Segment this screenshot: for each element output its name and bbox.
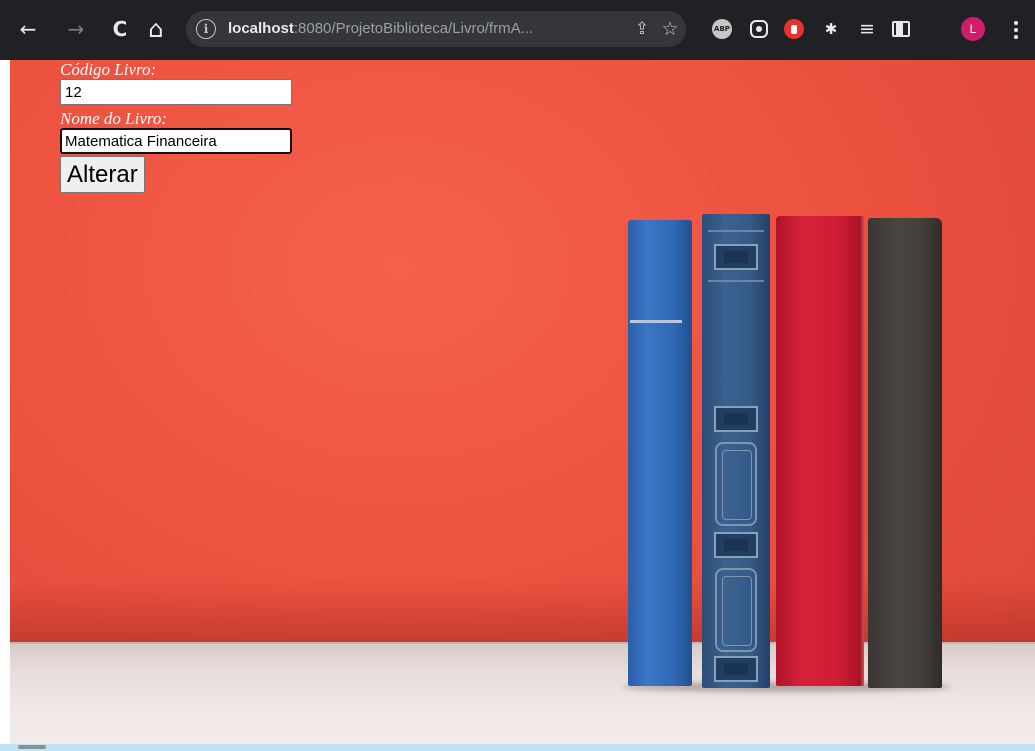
address-bar[interactable]: i localhost:8080/ProjetoBiblioteca/Livro… (186, 11, 686, 47)
home-icon[interactable]: ⌂ (142, 15, 170, 43)
nome-livro-input[interactable] (60, 128, 292, 154)
url-host: localhost (228, 20, 294, 37)
profile-avatar[interactable]: L (961, 17, 985, 41)
navy-book-ornament-upper (715, 442, 757, 526)
screen-recorder-icon[interactable] (750, 20, 768, 38)
navy-book-ornament-lower (715, 568, 757, 652)
red-book-gap (859, 216, 864, 686)
reading-list-icon[interactable]: ≡ (856, 18, 878, 40)
bookmark-star-icon[interactable]: ☆ (660, 19, 680, 39)
navy-book-label-lower (714, 532, 758, 558)
extensions-puzzle-icon[interactable]: ✱ (820, 18, 842, 40)
navy-book-label-top (714, 244, 758, 270)
blue-book (628, 220, 692, 686)
page-viewport: Código Livro: Nome do Livro: Alterar (0, 60, 1035, 751)
navy-book-line (708, 230, 764, 232)
navy-book-line (708, 280, 764, 282)
codigo-livro-label: Código Livro: (60, 60, 157, 79)
navy-book-label-mid (714, 406, 758, 432)
alterar-button[interactable]: Alterar (60, 156, 145, 193)
edit-book-form: Código Livro: Nome do Livro: Alterar (60, 60, 320, 193)
back-arrow-icon[interactable]: ← (14, 15, 42, 43)
forward-arrow-icon[interactable]: → (62, 15, 90, 43)
red-book (776, 216, 864, 686)
navy-ornate-book (702, 214, 770, 688)
reload-icon[interactable]: C (106, 15, 134, 43)
codigo-livro-input[interactable] (60, 79, 292, 105)
navy-book-label-bottom (714, 656, 758, 682)
site-info-icon[interactable]: i (196, 19, 216, 39)
stop-hand-icon[interactable] (784, 19, 804, 39)
background-books-image: Código Livro: Nome do Livro: Alterar (10, 60, 1035, 748)
browser-toolbar: ← → C ⌂ i localhost:8080/ProjetoBibliote… (0, 0, 1035, 60)
share-icon[interactable]: ⇪ (632, 19, 652, 39)
horizontal-scrollbar[interactable] (0, 744, 1035, 751)
more-menu-icon[interactable] (1006, 17, 1026, 43)
url-text[interactable]: localhost:8080/ProjetoBiblioteca/Livro/f… (228, 20, 622, 37)
nome-livro-label: Nome do Livro: (60, 109, 168, 128)
blue-book-band (630, 320, 682, 323)
scrollbar-thumb[interactable] (18, 745, 46, 749)
side-panel-icon[interactable] (892, 21, 910, 37)
url-path: :8080/ProjetoBiblioteca/Livro/frmA... (293, 20, 534, 37)
dark-brown-book (868, 218, 942, 688)
adblock-plus-icon[interactable]: ABP (712, 19, 732, 39)
